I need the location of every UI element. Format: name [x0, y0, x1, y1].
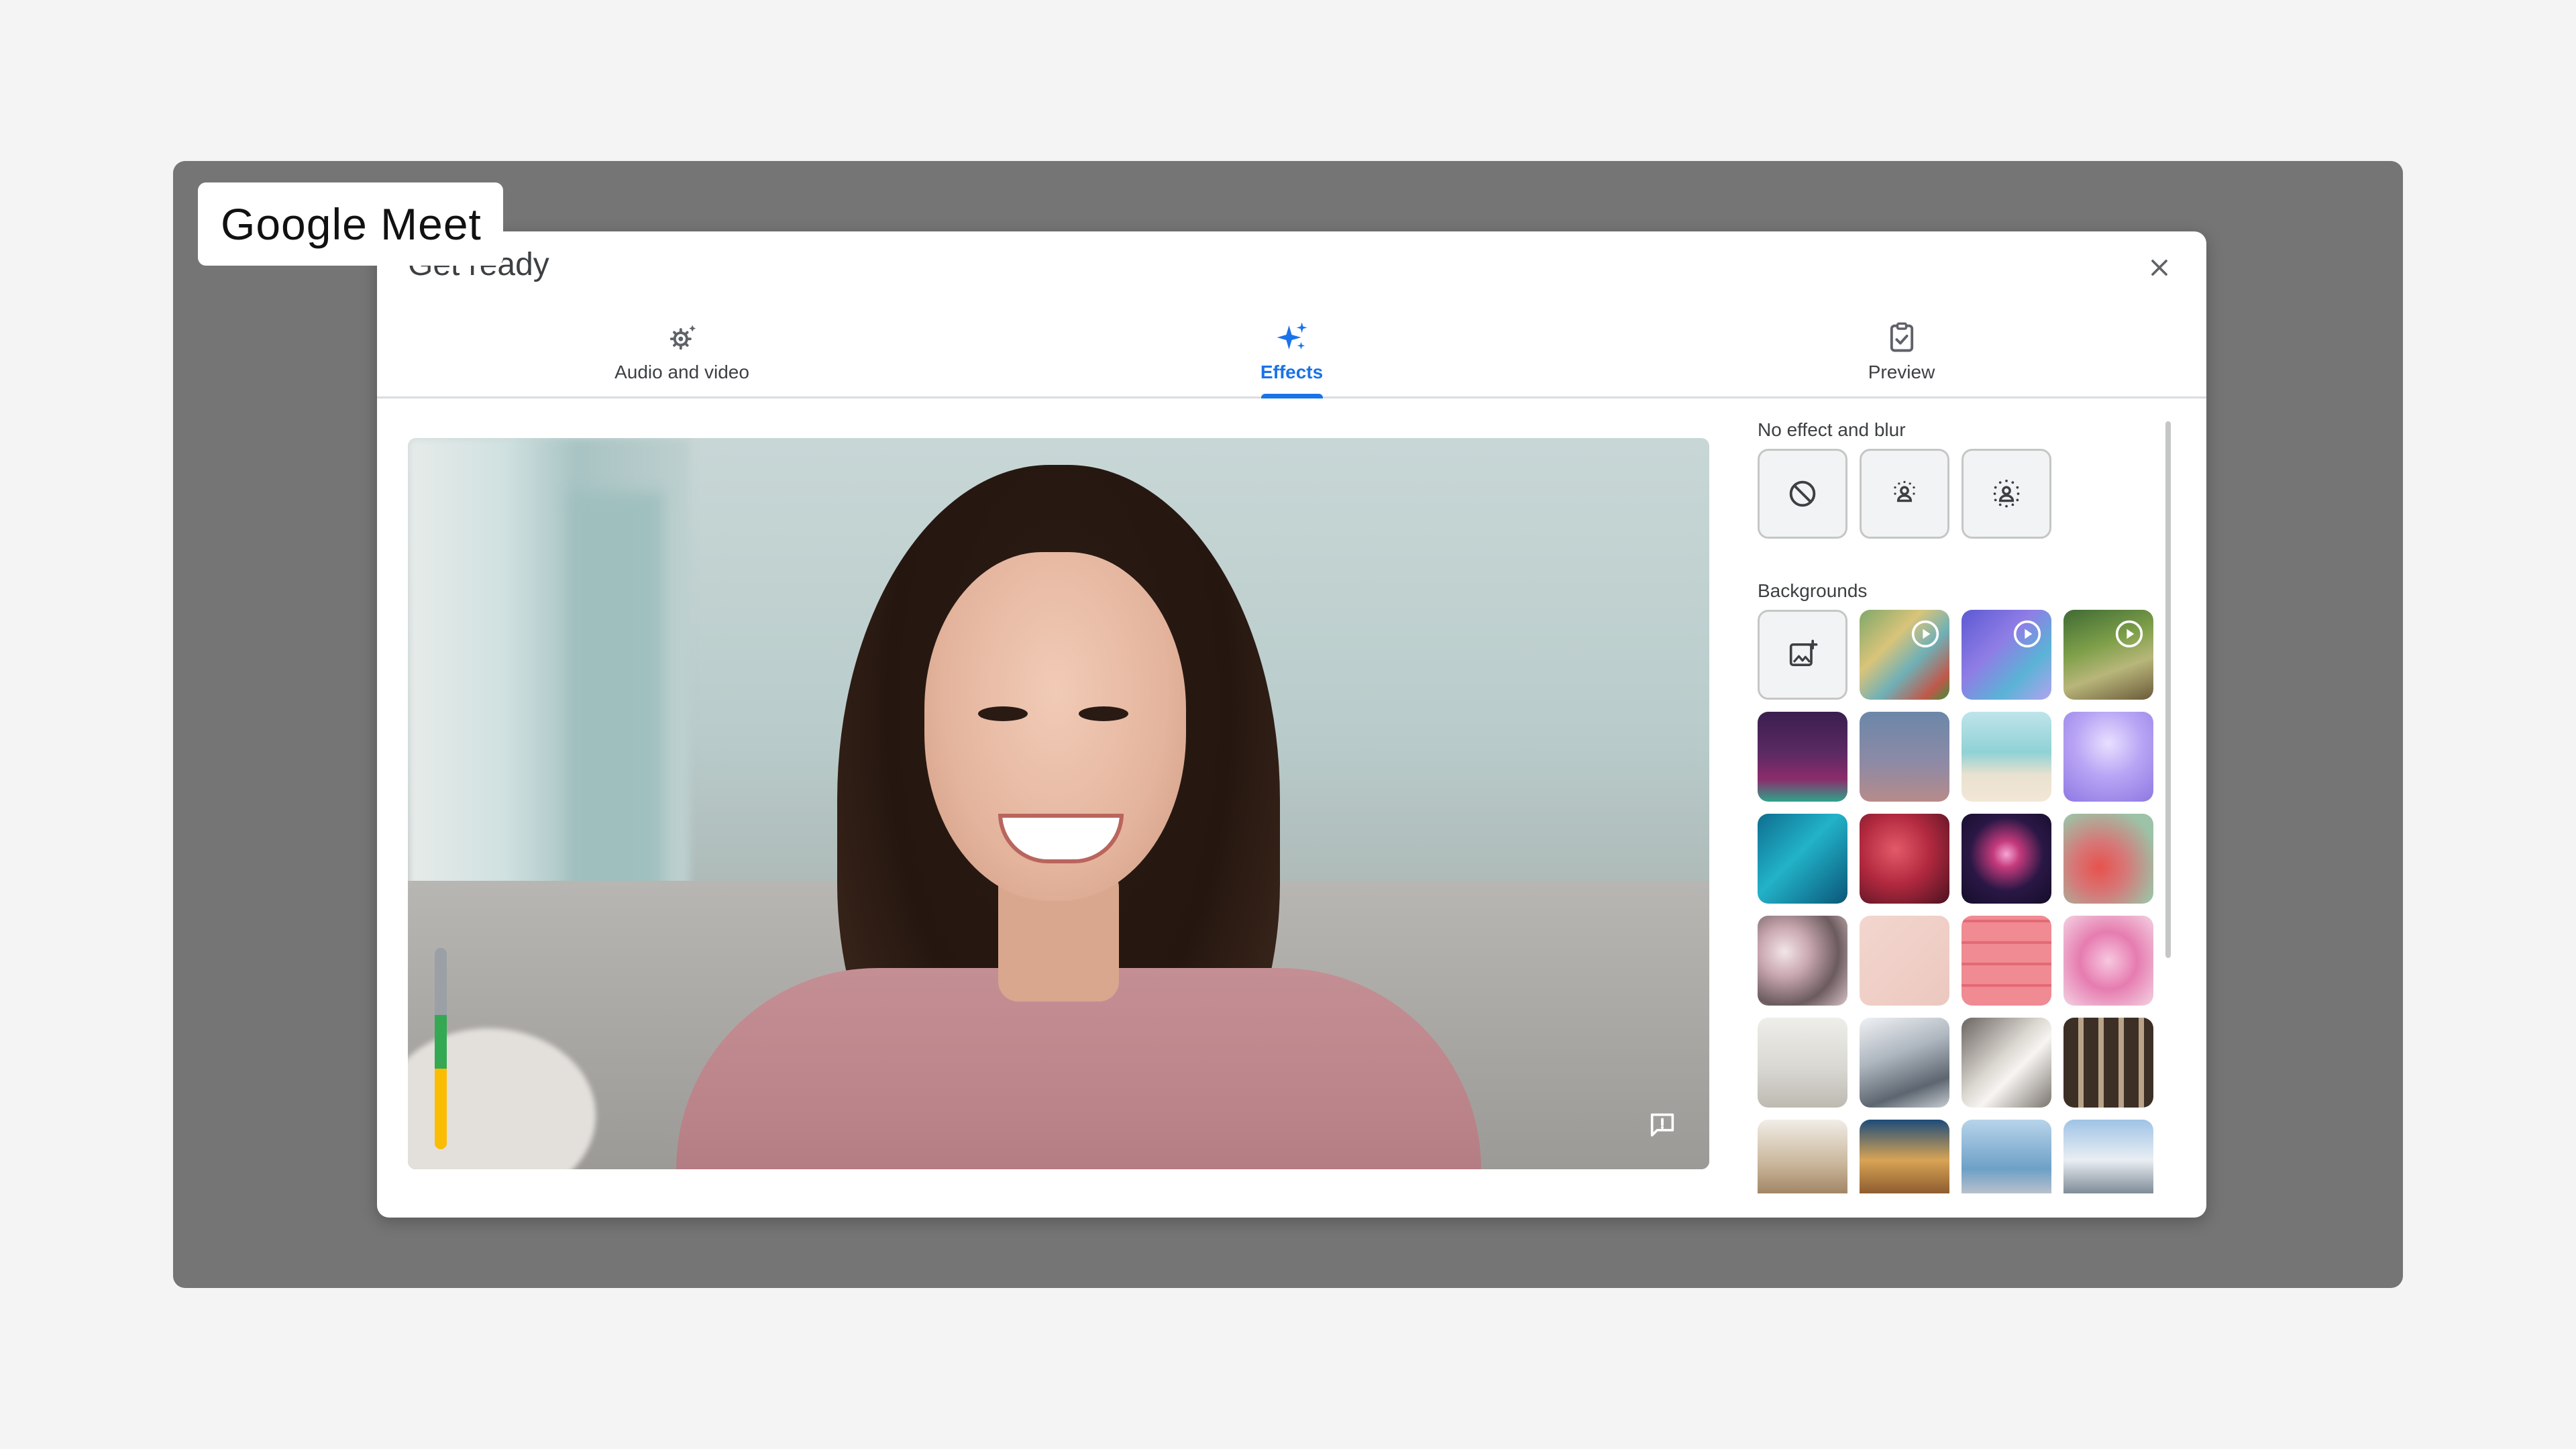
- preview-person-eye: [1079, 706, 1128, 721]
- tab-audio-and-video[interactable]: Audio and video: [377, 312, 987, 396]
- background-dusk-gradient[interactable]: [1860, 712, 1949, 802]
- backgrounds-section-title: Backgrounds: [1758, 580, 1868, 601]
- background-pink-blossom[interactable]: [2063, 916, 2153, 1006]
- feedback-icon: [1650, 1113, 1674, 1137]
- background-red-nebula[interactable]: [1860, 814, 1949, 904]
- get-ready-dialog: Get ready Audio and video: [377, 231, 2206, 1218]
- effects-panel: No effect and blur Backgrounds: [1758, 419, 2187, 1193]
- background-pink-confetti[interactable]: [1860, 916, 1949, 1006]
- mic-level-yellow: [435, 1069, 447, 1149]
- background-beach[interactable]: [1962, 712, 2051, 802]
- background-bright-room[interactable]: [1962, 1018, 2051, 1108]
- blur-background-icon: [1993, 480, 2020, 508]
- effects-scrollbar[interactable]: [2164, 421, 2172, 958]
- tab-bar: Audio and video Effects Preview: [377, 312, 2206, 398]
- audio-video-settings-icon: [669, 325, 696, 350]
- play-icon: [2115, 620, 2143, 648]
- tab-label: Audio and video: [614, 362, 749, 382]
- background-pink-pattern[interactable]: [1962, 916, 2051, 1006]
- background-animated-classroom[interactable]: [1860, 610, 1949, 700]
- background-theater-stage[interactable]: [1758, 712, 1847, 802]
- background-flower-field[interactable]: [1758, 916, 1847, 1006]
- tab-effects[interactable]: Effects: [987, 312, 1597, 398]
- background-animated-forest[interactable]: [2063, 610, 2153, 700]
- no-effect-button[interactable]: [1758, 449, 1847, 539]
- background-cafe[interactable]: [1860, 1120, 1949, 1193]
- preview-person-eye: [978, 706, 1028, 721]
- background-glass-roof[interactable]: [1860, 1018, 1949, 1108]
- background-water[interactable]: [1758, 814, 1847, 904]
- background-flowers-red[interactable]: [2063, 814, 2153, 904]
- play-icon: [2013, 620, 2041, 648]
- camera-preview: [408, 438, 1709, 1169]
- add-image-icon: [1789, 639, 1818, 667]
- background-white-room[interactable]: [1758, 1018, 1847, 1108]
- slight-blur-icon: [1894, 480, 1915, 502]
- background-coast[interactable]: [1962, 1120, 2051, 1193]
- no-effect-section-title: No effect and blur: [1758, 419, 1906, 440]
- mic-level-meter: [435, 948, 447, 1149]
- scrollbar-thumb[interactable]: [2165, 421, 2171, 958]
- mic-level-green: [435, 1015, 447, 1069]
- slight-blur-button[interactable]: [1860, 449, 1949, 539]
- app-label: Google Meet: [198, 182, 503, 266]
- feedback-button[interactable]: [1644, 1106, 1681, 1144]
- preview-window: [569, 492, 663, 921]
- clipboard-check-icon: [1890, 322, 1913, 352]
- no-effect-icon: [1789, 480, 1816, 507]
- sparkle-effects-icon: [1277, 322, 1307, 350]
- upload-background-button[interactable]: [1758, 610, 1847, 700]
- tab-label: Effects: [1260, 362, 1324, 382]
- close-icon: [2151, 260, 2167, 276]
- tab-label: Preview: [1868, 362, 1935, 382]
- background-purple-clouds[interactable]: [2063, 712, 2153, 802]
- background-bookshelf[interactable]: [2063, 1018, 2153, 1108]
- background-shelf-room[interactable]: [1758, 1120, 1847, 1193]
- background-animated-purple-room[interactable]: [1962, 610, 2051, 700]
- blur-background-button[interactable]: [1962, 449, 2051, 539]
- tab-preview[interactable]: Preview: [1597, 312, 2206, 396]
- background-fireworks[interactable]: [1962, 814, 2051, 904]
- background-mountains[interactable]: [2063, 1120, 2153, 1193]
- close-button[interactable]: [2141, 249, 2178, 286]
- play-icon: [1911, 620, 1939, 648]
